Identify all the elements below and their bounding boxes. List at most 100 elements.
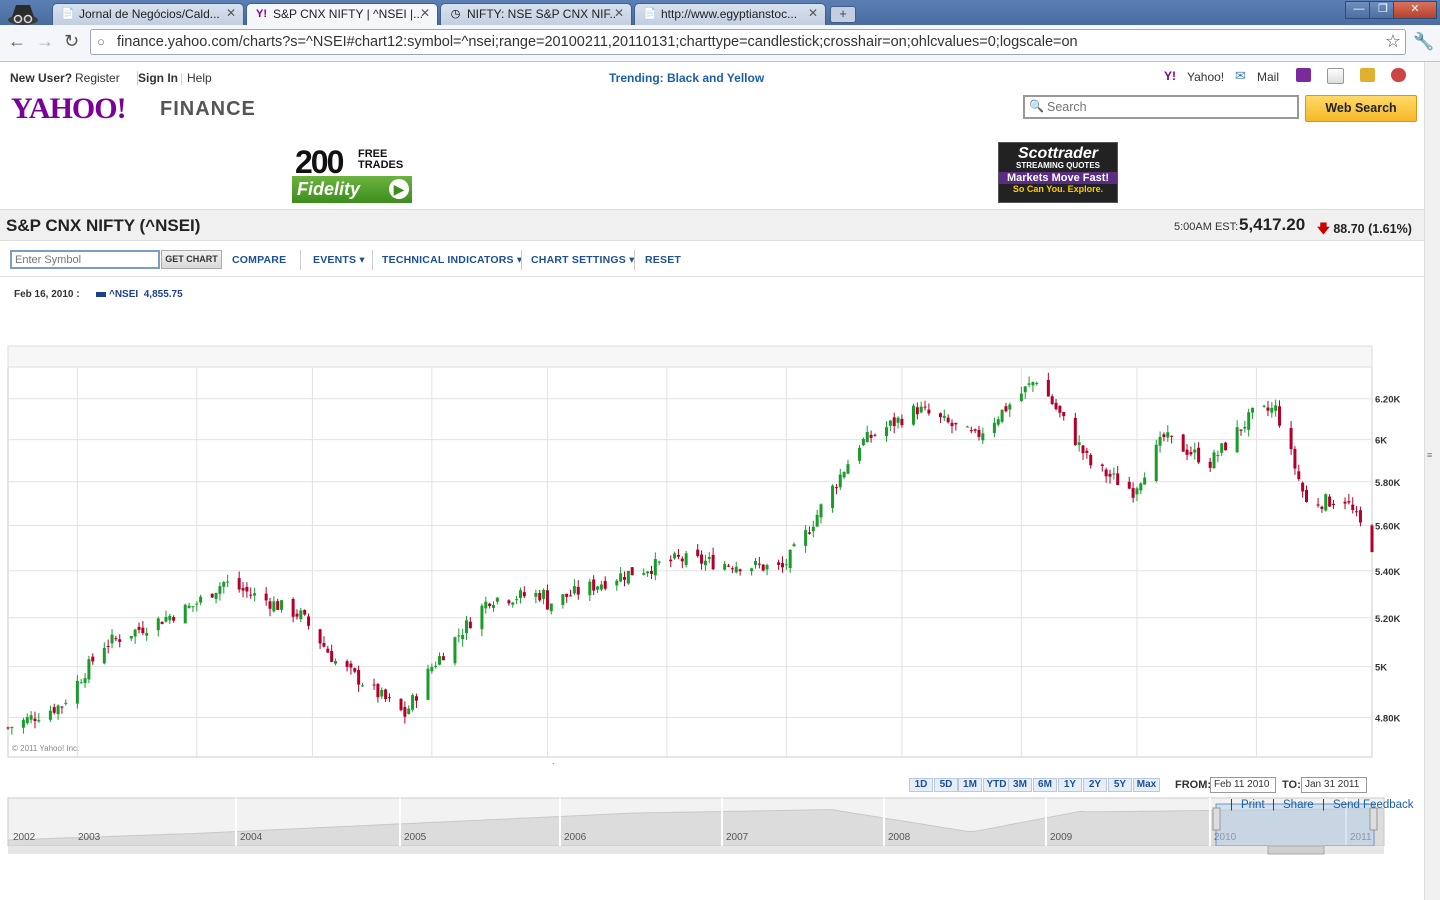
- to-date-input[interactable]: Jan 31 2011: [1301, 777, 1367, 793]
- print-link[interactable]: Print: [1241, 799, 1265, 811]
- candle-body: [1050, 396, 1054, 404]
- candle-body: [576, 586, 580, 595]
- candle-body: [1073, 417, 1077, 445]
- candle-body: [1243, 426, 1247, 429]
- sign-in-link[interactable]: Sign In: [137, 71, 178, 85]
- tab-close-icon[interactable]: ✕: [420, 6, 430, 20]
- candle-body: [538, 593, 542, 601]
- new-tab-button[interactable]: +: [830, 6, 856, 23]
- range-handle-right[interactable]: [1369, 807, 1378, 831]
- events-menu[interactable]: EVENTS ▾: [313, 254, 365, 266]
- web-search-button[interactable]: Web Search: [1305, 95, 1417, 122]
- overview-scroll-thumb[interactable]: [1267, 845, 1325, 855]
- overview-navigator[interactable]: 2002200320042005200620072008200920102011: [0, 796, 1424, 864]
- divider: [521, 250, 522, 270]
- tab-close-icon[interactable]: ✕: [808, 6, 818, 20]
- range-handle-left[interactable]: [1212, 807, 1221, 831]
- candle-body: [145, 632, 149, 636]
- candle-body: [318, 629, 322, 644]
- finance-logo[interactable]: FINANCE: [160, 98, 256, 121]
- range-button-2y[interactable]: 2Y: [1083, 778, 1107, 792]
- copyright-text: © 2011 Yahoo! Inc.: [12, 744, 80, 753]
- help-link[interactable]: Help: [187, 71, 212, 85]
- share-link[interactable]: Share: [1283, 799, 1314, 811]
- chart-settings-menu[interactable]: CHART SETTINGS ▾: [531, 254, 635, 266]
- forward-icon[interactable]: →: [36, 31, 54, 52]
- yahoo-logo[interactable]: YAHOO!: [11, 92, 127, 126]
- my-yahoo-icon[interactable]: [1296, 68, 1311, 82]
- candle-body: [869, 434, 873, 438]
- compare-button[interactable]: COMPARE: [232, 254, 286, 266]
- games-icon[interactable]: [1391, 68, 1406, 82]
- technical-indicators-menu[interactable]: TECHNICAL INDICATORS ▾: [382, 254, 522, 266]
- reset-button[interactable]: RESET: [645, 254, 681, 266]
- send-feedback-link[interactable]: Send Feedback: [1333, 799, 1414, 811]
- range-button-3m[interactable]: 3M: [1008, 778, 1032, 792]
- trending-link[interactable]: Trending: Black and Yellow: [609, 71, 764, 85]
- tab-close-icon[interactable]: ✕: [226, 6, 236, 20]
- candle-body: [1189, 452, 1193, 455]
- range-button-1m[interactable]: 1M: [958, 778, 982, 792]
- divider: |: [180, 71, 184, 85]
- scottrade-ad[interactable]: Scottrader STREAMING QUOTES Markets Move…: [998, 142, 1118, 203]
- candle-body: [838, 474, 842, 488]
- candle-body: [1108, 473, 1112, 477]
- candle-body: [858, 447, 862, 461]
- candle-body: [1027, 383, 1031, 385]
- page-scrollbar[interactable]: ≡: [1424, 62, 1440, 900]
- mail-link[interactable]: Mail: [1257, 70, 1279, 84]
- search-box[interactable]: 🔍: [1023, 95, 1299, 119]
- candlestick-chart[interactable]: 6.20K 6K 5.80K 5.60K 5.40K 5.20K 5K 4.80K 2010 Ma…: [0, 284, 1424, 764]
- range-button-ytd[interactable]: YTD: [983, 778, 1010, 792]
- candle-body: [441, 656, 445, 661]
- back-icon[interactable]: ←: [8, 31, 26, 52]
- candle-body: [1058, 405, 1062, 413]
- bookmark-star-icon[interactable]: ☆: [1385, 31, 1401, 52]
- candle-body: [1320, 506, 1324, 509]
- candle-body: [1212, 452, 1216, 469]
- candle-body: [549, 603, 553, 612]
- address-bar[interactable]: ○ finance.yahoo.com/charts?s=^NSEI#chart…: [90, 29, 1406, 55]
- chart-container[interactable]: Feb 16, 2010 : ^NSEI 4,855.75 6.20K 6K 5.8…: [0, 284, 1424, 864]
- y-tick-label: 6K: [1375, 436, 1387, 447]
- x-tick-label: Jun: [425, 763, 443, 764]
- range-button-1d[interactable]: 1D: [909, 778, 933, 792]
- range-button-5d[interactable]: 5D: [934, 778, 958, 792]
- candle-body: [1297, 471, 1301, 480]
- divider: |: [1322, 799, 1325, 811]
- browser-tab[interactable]: 📄 http://www.egyptianstoc... ✕: [634, 3, 826, 25]
- range-button-1y[interactable]: 1Y: [1058, 778, 1082, 792]
- candle-body: [807, 532, 811, 534]
- candle-body: [1154, 444, 1158, 482]
- browser-tab-active[interactable]: Y! S&P CNX NIFTY | ^NSEI |... ✕: [246, 3, 438, 26]
- from-date-input[interactable]: Feb 11 2010: [1210, 777, 1276, 793]
- close-window-button[interactable]: ✕: [1393, 1, 1437, 19]
- wrench-icon[interactable]: 🔧: [1413, 32, 1434, 52]
- tab-close-icon[interactable]: ✕: [614, 6, 624, 20]
- get-chart-button[interactable]: GET CHART: [161, 250, 222, 269]
- document-icon: 📄: [643, 8, 657, 20]
- candle-body: [187, 605, 191, 608]
- overview-scrollbar[interactable]: [8, 846, 1384, 854]
- candle-body: [572, 586, 576, 594]
- candle-body: [1143, 477, 1147, 485]
- browser-tab[interactable]: ◷ NIFTY: NSE S&P CNX NIF... ✕: [440, 3, 632, 25]
- fidelity-ad[interactable]: 200 FREE TRADES Fidelity ▶: [292, 144, 414, 204]
- browser-tab[interactable]: 📄 Jornal de Negócios/Cald... ✕: [52, 3, 244, 25]
- finance-icon[interactable]: [1360, 68, 1375, 82]
- reload-icon[interactable]: ↻: [64, 31, 79, 52]
- candle-body: [1000, 409, 1004, 422]
- symbol-input[interactable]: [10, 250, 160, 269]
- candle-body: [1301, 482, 1305, 492]
- yahoo-link[interactable]: Yahoo!: [1187, 70, 1224, 84]
- candle-body: [815, 514, 819, 527]
- candle-body: [160, 621, 164, 625]
- search-input[interactable]: [1045, 99, 1289, 115]
- candle-body: [295, 613, 299, 617]
- candle-body: [834, 487, 838, 489]
- register-link[interactable]: Register: [75, 71, 120, 85]
- range-button-max[interactable]: Max: [1133, 778, 1160, 792]
- range-button-5y[interactable]: 5Y: [1108, 778, 1132, 792]
- calendar-icon[interactable]: [1327, 68, 1344, 84]
- range-button-6m[interactable]: 6M: [1033, 778, 1057, 792]
